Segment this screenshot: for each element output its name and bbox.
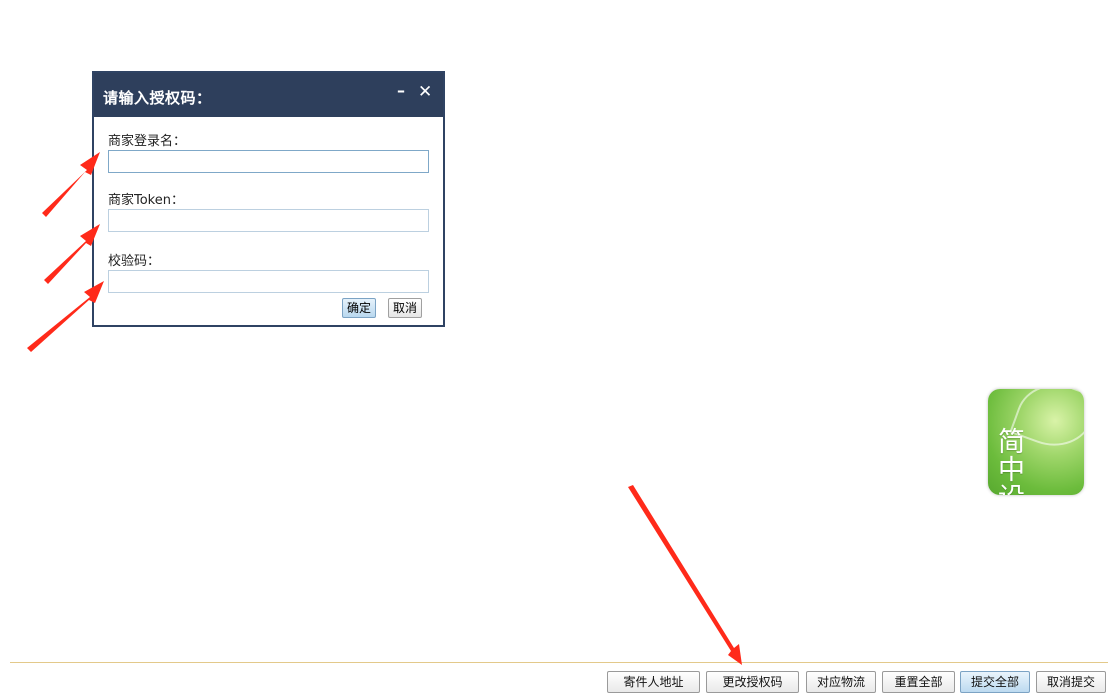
floating-logo[interactable]: 简中设 (988, 389, 1084, 495)
minimize-icon[interactable]: – (397, 81, 405, 100)
authorization-dialog: 请输入授权码： – ✕ 商家登录名： 商家Token： 校验码： 确定 取消 (92, 71, 445, 327)
submit-all-button[interactable]: 提交全部 (960, 671, 1030, 693)
confirm-button[interactable]: 确定 (342, 298, 377, 318)
logo-text-label: 简中设 (998, 427, 1025, 496)
merchant-login-input[interactable] (108, 150, 429, 173)
reset-all-button[interactable]: 重置全部 (882, 671, 955, 693)
verification-code-input[interactable] (108, 270, 429, 293)
merchant-token-label: 商家Token： (108, 193, 184, 208)
merchant-token-input[interactable] (108, 209, 429, 232)
merchant-login-label: 商家登录名： (108, 134, 187, 149)
toolbar-divider (10, 662, 1108, 663)
dialog-title: 请输入授权码： (103, 89, 212, 107)
arrow-annotation (628, 485, 742, 665)
cancel-button[interactable]: 取消 (388, 298, 423, 318)
change-auth-code-button[interactable]: 更改授权码 (706, 671, 799, 693)
verification-code-label: 校验码： (108, 254, 161, 269)
dialog-header[interactable]: 请输入授权码： – ✕ (94, 73, 443, 117)
logo-text: 简中设 (998, 427, 1025, 496)
sender-address-button[interactable]: 寄件人地址 (607, 671, 700, 693)
cancel-submit-button[interactable]: 取消提交 (1036, 671, 1106, 693)
close-icon[interactable]: ✕ (418, 82, 432, 102)
logistics-mapping-button[interactable]: 对应物流 (806, 671, 876, 693)
bottom-toolbar: 寄件人地址 更改授权码 对应物流 重置全部 提交全部 取消提交 (0, 671, 1108, 695)
